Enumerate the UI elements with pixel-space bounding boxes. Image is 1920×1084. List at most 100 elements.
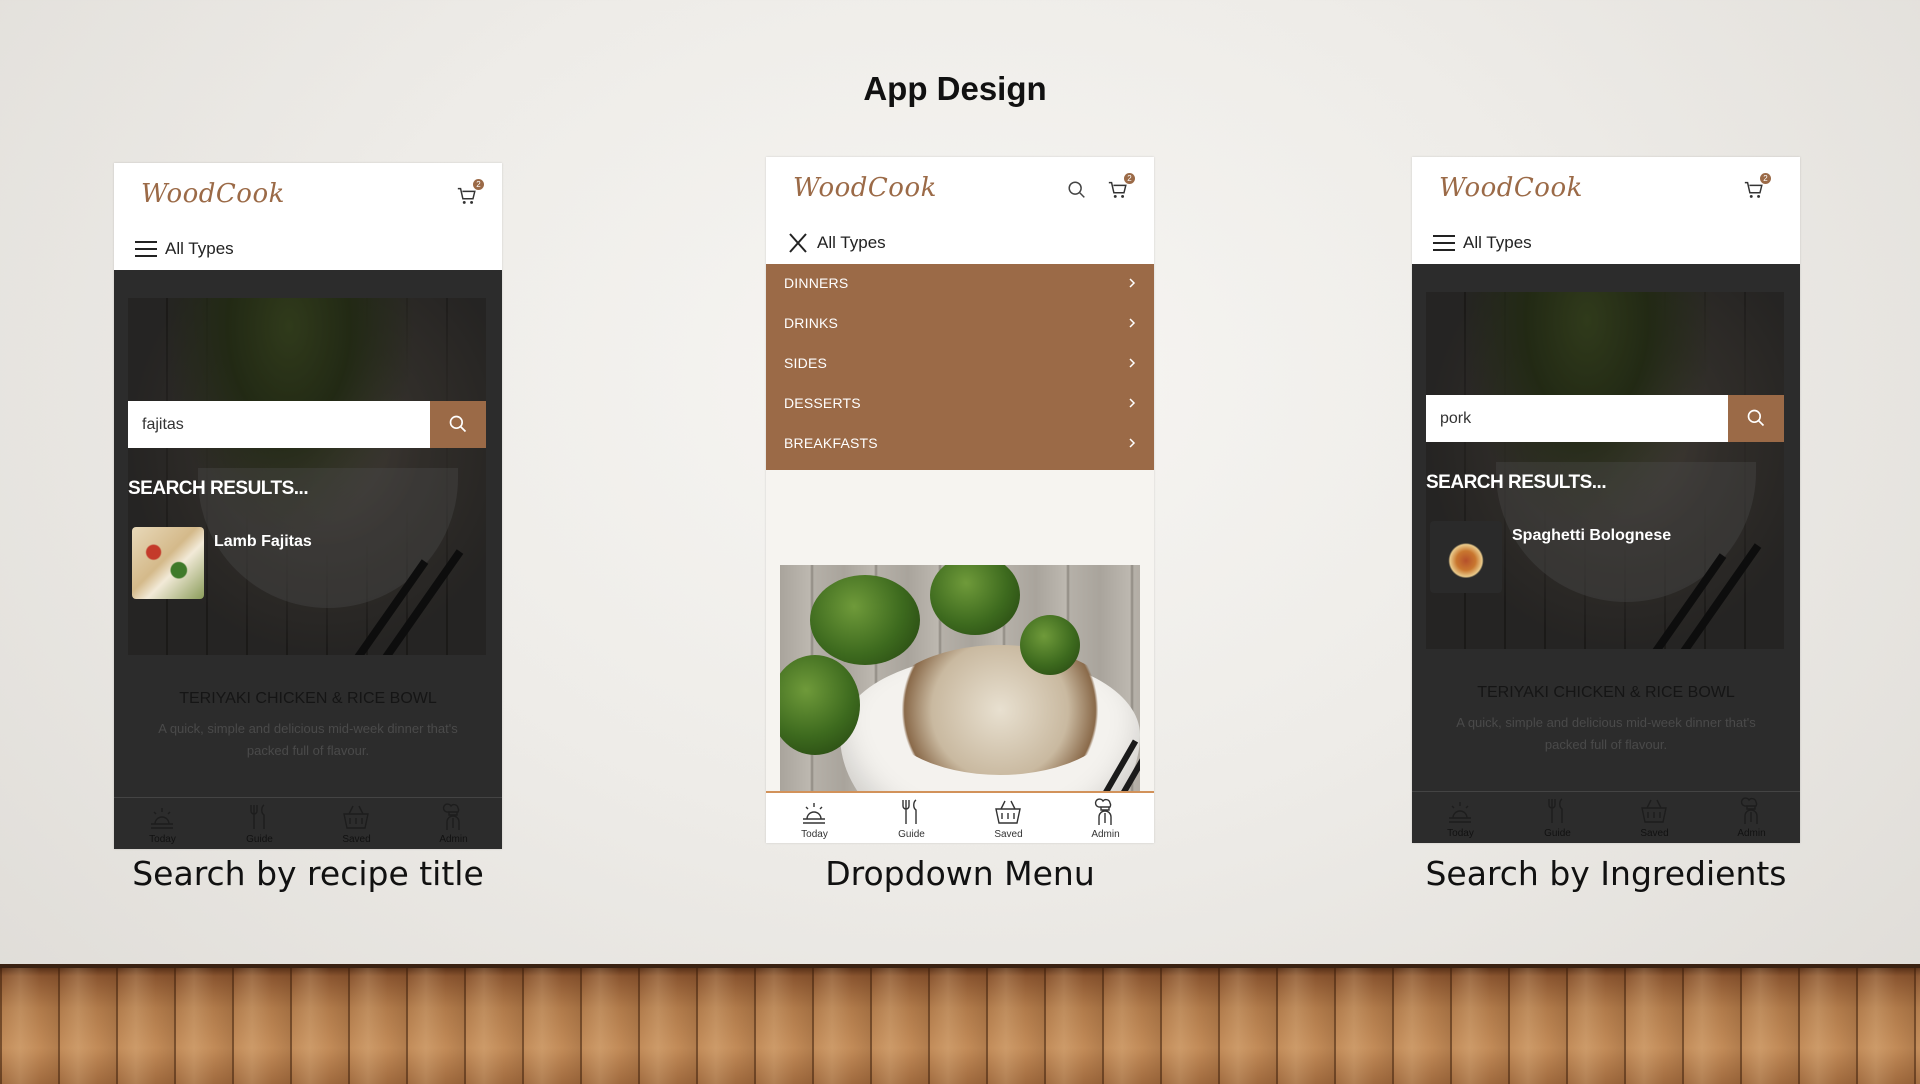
hero-image	[128, 298, 486, 655]
nav-admin[interactable]: Admin	[1057, 793, 1154, 843]
chevron-right-icon	[1129, 278, 1136, 288]
basket-icon	[995, 800, 1021, 824]
cart-badge: 2	[1760, 173, 1771, 184]
search-result-item[interactable]: Spaghetti Bolognese	[1430, 521, 1770, 595]
nav-saved[interactable]: Saved	[960, 793, 1057, 843]
fajitas-thumbnail	[132, 527, 204, 599]
cart-button[interactable]: 2	[456, 179, 484, 207]
type-filter-bar[interactable]: All Types	[766, 223, 1154, 264]
chevron-right-icon	[1129, 438, 1136, 448]
chevron-right-icon	[1129, 318, 1136, 328]
search-icon	[1068, 181, 1085, 198]
type-filter-label: All Types	[1463, 233, 1532, 252]
nav-today[interactable]: Today	[1412, 792, 1509, 843]
menu-item-drinks[interactable]: DRINKS	[766, 304, 1154, 344]
menu-item-label: DINNERS	[784, 275, 849, 291]
featured-recipe-description: A quick, simple and delicious mid-week d…	[158, 721, 458, 758]
dropdown-menu: DINNERS DRINKS SIDES DESSERTS BREAKFASTS	[766, 264, 1154, 470]
menu-item-sides[interactable]: SIDES	[766, 344, 1154, 384]
header-search-button[interactable]	[1066, 179, 1088, 201]
menu-item-label: DESSERTS	[784, 395, 861, 411]
nav-saved[interactable]: Saved	[1606, 792, 1703, 843]
type-filter-bar[interactable]: All Types	[1412, 223, 1800, 264]
nav-admin[interactable]: Admin	[1703, 792, 1800, 843]
nav-admin[interactable]: Admin	[405, 798, 502, 849]
menu-item-dinners[interactable]: DINNERS	[766, 264, 1154, 304]
slide-title: App Design	[863, 70, 1047, 107]
search-button[interactable]	[1728, 395, 1784, 442]
caption-search-ingredients: Search by Ingredients	[1425, 854, 1787, 893]
type-filter-label: All Types	[165, 239, 234, 258]
utensils-icon	[1548, 798, 1563, 823]
menu-item-breakfasts[interactable]: BREAKFASTS	[766, 424, 1154, 464]
chef-icon	[1094, 798, 1112, 825]
nav-saved[interactable]: Saved	[308, 798, 405, 849]
featured-recipe-description: A quick, simple and delicious mid-week d…	[1456, 715, 1756, 752]
nav-guide[interactable]: Guide	[1509, 792, 1606, 843]
nav-label: Saved	[994, 829, 1023, 840]
nav-today[interactable]: Today	[114, 798, 211, 849]
type-filter-label: All Types	[817, 233, 886, 252]
hero-image	[1426, 292, 1784, 649]
search-icon	[1747, 409, 1765, 427]
nav-today[interactable]: Today	[766, 793, 863, 843]
utensils-icon	[250, 804, 265, 829]
chevron-right-icon	[1129, 358, 1136, 368]
nav-label: Admin	[439, 834, 468, 845]
close-icon[interactable]	[786, 233, 810, 253]
nav-guide[interactable]: Guide	[863, 793, 960, 843]
nav-label: Guide	[246, 834, 273, 845]
search-input[interactable]	[128, 401, 430, 448]
wood-floor-decoration	[0, 964, 1920, 1084]
nav-label: Guide	[1544, 828, 1571, 839]
content-area: SEARCH RESULTS... Spaghetti Bolognese TE…	[1412, 264, 1800, 843]
cart-button[interactable]: 2	[1107, 173, 1135, 201]
caption-dropdown: Dropdown Menu	[825, 854, 1095, 893]
hamburger-menu-icon[interactable]	[134, 239, 158, 259]
hamburger-menu-icon[interactable]	[1432, 233, 1456, 253]
search-results-heading: SEARCH RESULTS...	[128, 478, 309, 499]
bolognese-thumbnail	[1430, 521, 1502, 593]
phone-screen-dropdown: WoodCook 2 All Types DINNERS DRINKS SIDE…	[766, 157, 1154, 843]
utensils-icon	[902, 799, 917, 824]
nav-label: Saved	[342, 834, 371, 845]
app-header: WoodCook 2	[114, 163, 502, 230]
cart-badge: 2	[1124, 173, 1135, 184]
basket-icon	[343, 805, 369, 829]
caption-search-title: Search by recipe title	[132, 854, 484, 893]
featured-recipe-title: TERIYAKI CHICKEN & RICE BOWL	[179, 690, 437, 707]
cart-badge: 2	[473, 179, 484, 190]
chef-icon	[442, 803, 460, 830]
content-area: SEARCH RESULTS... Lamb Fajitas TERIYAKI …	[114, 270, 502, 849]
result-title: Lamb Fajitas	[214, 533, 312, 550]
sunrise-icon	[151, 808, 173, 829]
bottom-nav: Today Guide Saved Admin	[766, 791, 1154, 843]
menu-item-label: DRINKS	[784, 315, 839, 331]
nav-label: Guide	[898, 829, 925, 840]
menu-item-desserts[interactable]: DESSERTS	[766, 384, 1154, 424]
nav-label: Today	[801, 829, 828, 840]
featured-food-photo	[780, 565, 1140, 796]
app-logo[interactable]: WoodCook	[141, 179, 285, 209]
featured-recipe-title: TERIYAKI CHICKEN & RICE BOWL	[1477, 684, 1735, 701]
search-icon	[449, 415, 467, 433]
search-button[interactable]	[430, 401, 486, 448]
bottom-nav: Today Guide Saved Admin	[114, 797, 502, 849]
app-logo[interactable]: WoodCook	[793, 173, 937, 203]
sunrise-icon	[803, 803, 825, 824]
type-filter-bar[interactable]: All Types	[114, 229, 502, 270]
sunrise-icon	[1449, 802, 1471, 823]
nav-label: Today	[1447, 828, 1474, 839]
search-input[interactable]	[1426, 395, 1728, 442]
search-result-item[interactable]: Lamb Fajitas	[132, 527, 472, 601]
cart-button[interactable]: 2	[1743, 173, 1771, 201]
app-header: WoodCook 2	[1412, 157, 1800, 224]
nav-label: Saved	[1640, 828, 1669, 839]
bottom-nav: Today Guide Saved Admin	[1412, 791, 1800, 843]
nav-guide[interactable]: Guide	[211, 798, 308, 849]
phone-screen-search-ingredients: WoodCook 2 All Types SEARCH RESULTS... S…	[1412, 157, 1800, 843]
phone-screen-search-title: WoodCook 2 All Types SEARCH RESULTS... L…	[114, 163, 502, 849]
app-logo[interactable]: WoodCook	[1439, 173, 1583, 203]
menu-item-label: SIDES	[784, 355, 828, 371]
basket-icon	[1641, 799, 1667, 823]
